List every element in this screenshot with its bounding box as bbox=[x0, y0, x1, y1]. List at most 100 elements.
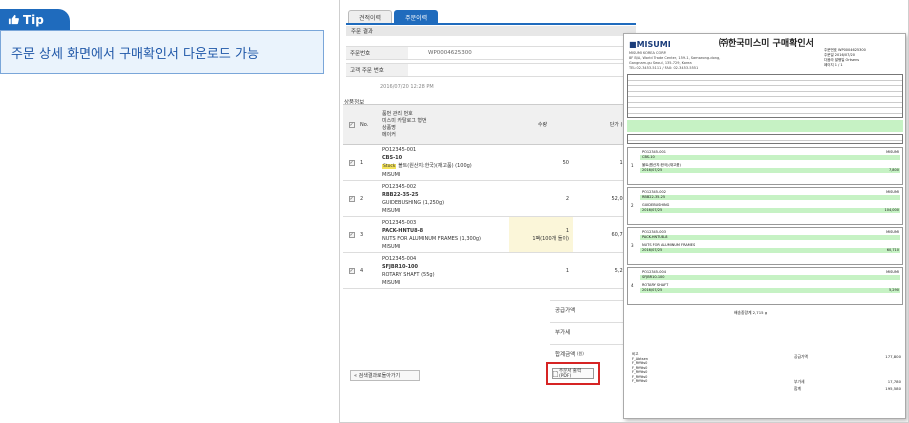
header-product-line: 메이커 bbox=[382, 131, 396, 138]
doc-meta: 주문번호 WP0004625300 주문일 2016/07/20 다음라 발행일… bbox=[824, 48, 866, 68]
row-checkbox[interactable]: ✓ bbox=[343, 252, 357, 289]
tab-quote-history[interactable]: 견적이력 bbox=[348, 10, 393, 24]
doc-logo-text: MISUMI bbox=[636, 40, 671, 49]
doc-item-maker: MISUMI bbox=[886, 190, 899, 194]
doc-item-band bbox=[640, 195, 900, 200]
row-code[interactable]: SFJBR10-100 bbox=[382, 263, 509, 271]
doc-item-band bbox=[640, 275, 900, 280]
address-line: TEL:02-3453-5111 / FAX: 02-3453-5551 bbox=[629, 66, 699, 70]
doc-item-band bbox=[640, 235, 900, 240]
row-name: ROTARY SHAFT (55g) bbox=[382, 271, 435, 278]
row-code[interactable]: CBS-10 bbox=[382, 154, 509, 162]
row-qty: 50 bbox=[509, 144, 573, 181]
header-product-line: 상품명 bbox=[382, 124, 396, 131]
header-product-line: 미스미 카탈로그 형번 bbox=[382, 117, 427, 124]
doc-item-band bbox=[640, 168, 900, 173]
meta-line: 페이지 1 / 1 bbox=[824, 63, 843, 67]
doc-item-price: 104,000 bbox=[884, 208, 899, 212]
order-pdf-button[interactable]: 주문서 출력(PDF) bbox=[552, 368, 594, 379]
row-code[interactable]: RBB22-35-25 bbox=[382, 191, 509, 199]
doc-item-mgmt: PO12345-001 bbox=[642, 150, 666, 154]
field-value: WP0004625300 bbox=[428, 50, 472, 56]
doc-item-price: 5,290 bbox=[888, 288, 899, 292]
row-product: PO12345-001 CBS-10 Stock 볼트(원산지:한국)(재고품)… bbox=[379, 144, 509, 181]
doc-item-date: 2016/07/25 bbox=[642, 248, 663, 252]
doc-item-band bbox=[640, 248, 900, 253]
history-tabs: 견적이력 주문이력 bbox=[348, 10, 439, 24]
row-mgmt: PO12345-001 bbox=[382, 147, 417, 153]
row-code[interactable]: PACK-HNTU8-8 bbox=[382, 227, 509, 235]
tab-underline bbox=[346, 23, 636, 25]
thumbs-up-icon bbox=[8, 14, 19, 25]
row-checkbox[interactable]: ✓ bbox=[343, 216, 357, 253]
tab-order-history[interactable]: 주문이력 bbox=[394, 10, 439, 24]
back-to-results-button[interactable]: « 검색결과로돌아가기 bbox=[350, 370, 420, 381]
order-items-table: ✓ No. 품번 관리 번호 미스미 카탈로그 형번 상품명 메이커 수량 단가… bbox=[343, 104, 633, 289]
row-no: 3 bbox=[357, 216, 379, 253]
table-row: ✓ 3 PO12345-003 PACK-HNTU8-8 NUTS FOR AL… bbox=[343, 216, 633, 253]
header-qty: 수량 bbox=[509, 104, 573, 145]
order-pdf-label: 주문서 출력(PDF) bbox=[558, 369, 582, 379]
row-checkbox[interactable]: ✓ bbox=[343, 144, 357, 181]
doc-item-no: 3 bbox=[631, 243, 634, 248]
summary-total-unit: (원) bbox=[577, 350, 584, 356]
note-line: F_Rfftts0 bbox=[632, 361, 648, 365]
doc-item-price: 7,800 bbox=[888, 168, 899, 172]
doc-item-block: PO12345-003 MISUMI PACK-HNTU8-8 NUTS FOR… bbox=[627, 227, 903, 265]
doc-item-date: 2016/07/25 bbox=[642, 168, 663, 172]
tutorial-panel: Tip 주문 상세 화면에서 구매확인서 다운로드 가능 견적이력 주문이력 주… bbox=[0, 0, 909, 423]
screenshot-frame: 견적이력 주문이력 주문 결과 주문번호 WP0004625300 고객 주문 … bbox=[339, 0, 909, 423]
row-mgmt: PO12345-002 bbox=[382, 183, 417, 190]
doc-tax-label: 부가세 bbox=[794, 379, 805, 384]
doc-item-code: PACK-HNTU8-8 bbox=[642, 235, 668, 239]
row-no: 1 bbox=[357, 144, 379, 181]
row-qty-cell: 1 1팩(100개 들이) bbox=[509, 216, 573, 253]
tip-label: Tip bbox=[23, 12, 44, 27]
doc-title: ㈜한국미스미 구매확인서 bbox=[719, 39, 814, 49]
field-label: 주문번호 bbox=[346, 47, 408, 59]
purchase-confirmation-document: ㈜한국미스미 구매확인서 ■MISUMI MISUMI KOREA CORP. … bbox=[623, 33, 906, 419]
row-maker: MISUMI bbox=[382, 279, 401, 286]
doc-header-band bbox=[627, 120, 903, 132]
table-row: ✓ 2 PO12345-002 RBB22-35-25 GUIDEBUSHING… bbox=[343, 180, 633, 217]
doc-item-price: 60,710 bbox=[886, 248, 899, 252]
row-qty: 1 bbox=[565, 227, 569, 234]
doc-item-name: ROTARY SHAFT bbox=[642, 283, 669, 287]
doc-total-label: 합계 bbox=[794, 386, 801, 391]
section-result-header: 주문 결과 bbox=[346, 26, 636, 36]
row-no: 4 bbox=[357, 252, 379, 289]
doc-item-code: SFJBR10-100 bbox=[642, 275, 665, 279]
table-row: ✓ 1 PO12345-001 CBS-10 Stock 볼트(원산지:한국)(… bbox=[343, 144, 633, 181]
misumi-logo: ■MISUMI bbox=[629, 40, 671, 49]
doc-item-block: PO12345-002 MISUMI RBB22-35-25 GUIDEBUSH… bbox=[627, 187, 903, 225]
doc-item-maker: MISUMI bbox=[886, 150, 899, 154]
doc-column-header bbox=[627, 134, 903, 144]
row-product: PO12345-004 SFJBR10-100 ROTARY SHAFT (55… bbox=[379, 252, 509, 289]
doc-supply-label: 공급가액 bbox=[794, 354, 808, 359]
row-maker: MISUMI bbox=[382, 172, 401, 178]
field-value bbox=[408, 64, 636, 76]
table-row: ✓ 4 PO12345-004 SFJBR10-100 ROTARY SHAFT… bbox=[343, 252, 633, 289]
header-checkbox[interactable]: ✓ bbox=[343, 104, 357, 145]
header-no: No. bbox=[357, 104, 379, 145]
doc-supply-value: 177,800 bbox=[885, 354, 901, 359]
doc-item-name: GUIDEBUSHING bbox=[642, 203, 670, 207]
row-qty: 2 bbox=[509, 180, 573, 217]
doc-item-mgmt: PO12345-002 bbox=[642, 190, 666, 194]
order-detail-page: 견적이력 주문이력 주문 결과 주문번호 WP0004625300 고객 주문 … bbox=[340, 0, 636, 422]
field-order-number: 주문번호 WP0004625300 bbox=[346, 46, 636, 60]
misumi-logo-icon: ■ bbox=[629, 40, 637, 49]
doc-tax-value: 17,780 bbox=[887, 379, 901, 384]
summary-tax: 부가세 bbox=[550, 322, 630, 340]
note-line: F_Rfftts0 bbox=[632, 379, 648, 383]
row-checkbox[interactable]: ✓ bbox=[343, 180, 357, 217]
doc-item-maker: MISUMI bbox=[886, 230, 899, 234]
doc-total-value: 195,580 bbox=[885, 386, 901, 391]
tip-text: 주문 상세 화면에서 구매확인서 다운로드 가능 bbox=[0, 30, 324, 74]
doc-address: MISUMI KOREA CORP. 8F B/A, World Trade C… bbox=[629, 51, 720, 71]
header-product: 품번 관리 번호 미스미 카탈로그 형번 상품명 메이커 bbox=[379, 104, 509, 145]
table-header-row: ✓ No. 품번 관리 번호 미스미 카탈로그 형번 상품명 메이커 수량 단가… bbox=[343, 104, 633, 145]
row-name: GUIDEBUSHING (1,250g) bbox=[382, 199, 445, 206]
row-mgmt: PO12345-003 bbox=[382, 219, 417, 226]
doc-item-maker: MISUMI bbox=[886, 270, 899, 274]
